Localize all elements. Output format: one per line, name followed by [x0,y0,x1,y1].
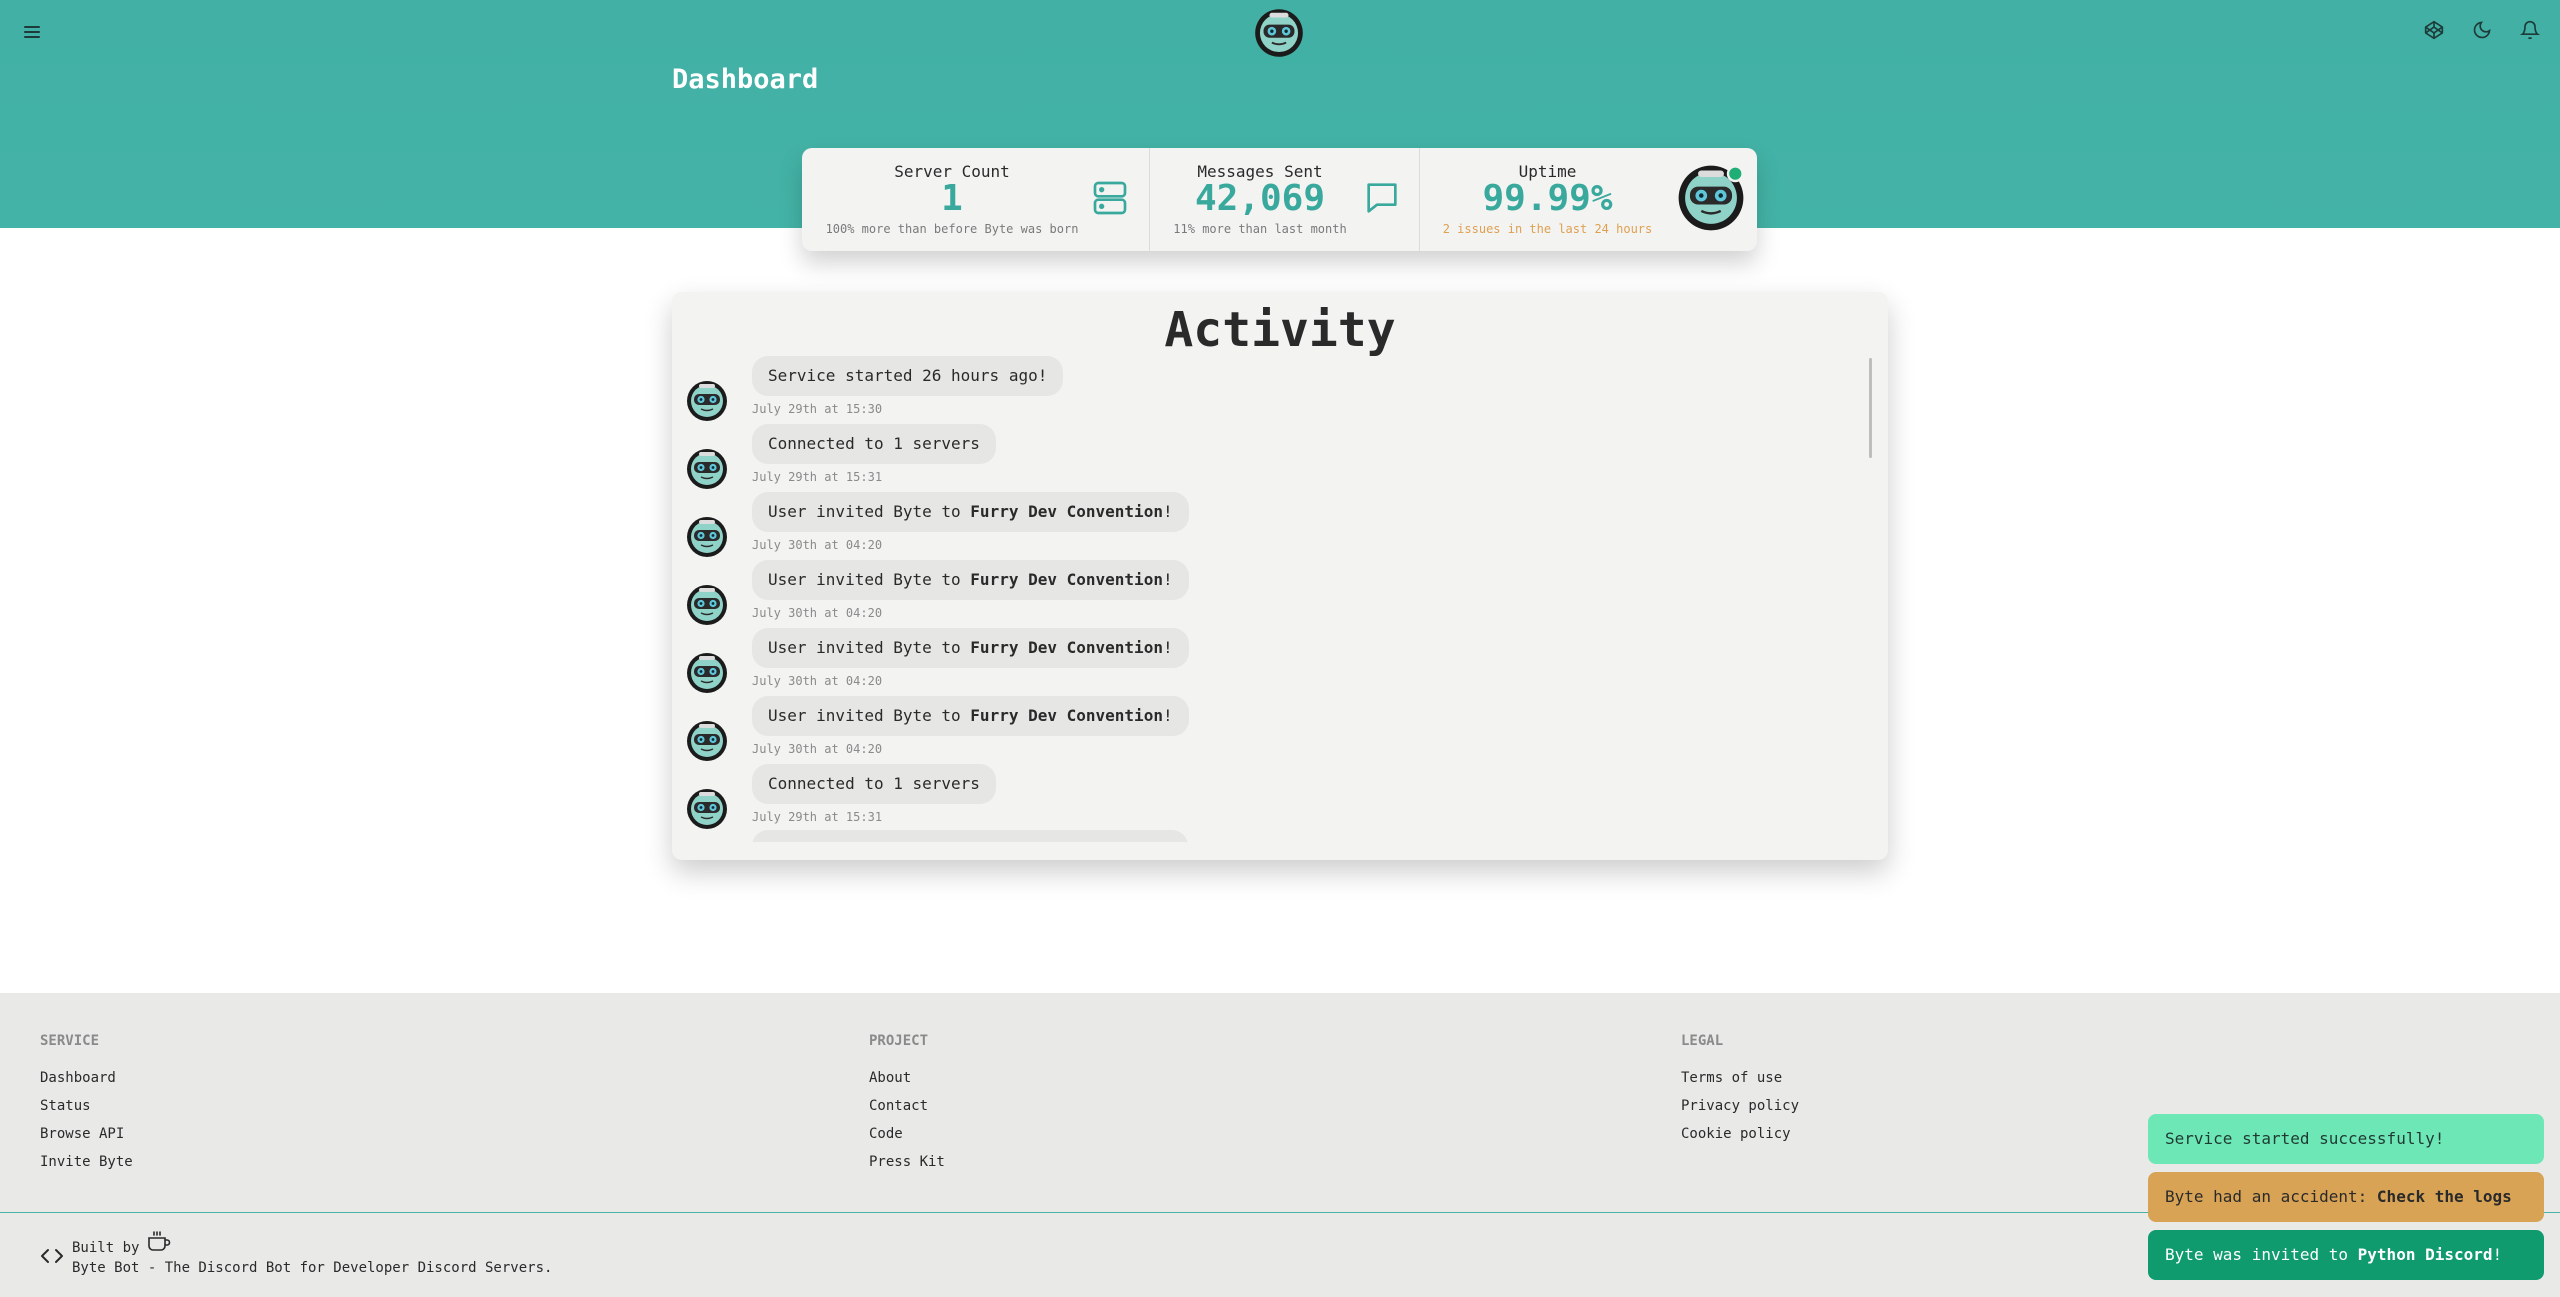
footer-heading: PROJECT [869,1033,929,1049]
page-title: Dashboard [672,64,819,95]
activity-message: Connected to 1 servers [752,424,996,464]
activity-item: Service started 26 hours ago! July 29th a… [686,356,1866,424]
footer-link-press-kit[interactable]: Press Kit [869,1153,945,1181]
activity-message: User invited Byte to Furry Dev Conventio… [752,560,1189,600]
activity-message: User invited Byte to Furry Dev Conventio… [752,492,1189,532]
activity-item: User invited Byte to Furry Dev Conventio… [686,628,1866,696]
byte-bot-avatar [686,448,728,490]
activity-item: User invited Byte to Furry Dev Conventio… [686,560,1866,628]
activity-timestamp: July 30th at 04:20 [752,606,883,620]
activity-message: User invited Byte to Furry Dev Conventio… [752,628,1189,668]
activity-timestamp: July 30th at 04:20 [752,674,883,688]
footer-link-dashboard[interactable]: Dashboard [40,1069,133,1097]
footer-link-code[interactable]: Code [869,1125,945,1153]
codepen-cube-icon[interactable] [2422,18,2446,42]
footer-tagline: Byte Bot - The Discord Bot for Developer… [72,1260,553,1276]
message-text: Byte had an accident: [2165,1187,2377,1206]
activity-message: User invited Byte to Furry Dev Conventio… [752,696,1189,736]
server-icon [1093,181,1127,215]
byte-bot-avatar [686,380,728,422]
activity-timestamp: July 29th at 15:30 [752,402,883,416]
activity-item: Connected to 1 servers July 29th at 15:31 [686,764,1866,832]
stat-messages-sent: Messages Sent 42,069 11% more than last … [1150,148,1420,251]
byte-bot-avatar [686,652,728,694]
message-suffix: ! [1162,706,1173,725]
footer-link-privacy[interactable]: Privacy policy [1681,1097,1799,1125]
activity-card: Activity Service started 26 hours ago! Ju… [672,292,1888,860]
byte-bot-avatar [686,788,728,830]
footer-link-contact[interactable]: Contact [869,1097,945,1125]
message-suffix: ! [2492,1245,2503,1264]
message-highlight: Furry Dev Convention [970,502,1163,521]
moon-icon[interactable] [2470,18,2494,42]
built-by-label: Built by [72,1240,140,1256]
feed-scrollbar[interactable] [1869,358,1872,458]
message-highlight: Furry Dev Convention [970,706,1163,725]
activity-message: Connected to 1 servers [752,764,996,804]
stat-server-count: Server Count 1 100% more than before Byt… [802,148,1150,251]
message-text: Byte was invited to [2165,1245,2358,1264]
coffee-cup-icon [148,1231,171,1251]
activity-message-peek [752,830,1188,842]
footer-link-browse-api[interactable]: Browse API [40,1125,133,1153]
activity-message: Service started 26 hours ago! [752,356,1064,396]
footer-link-about[interactable]: About [869,1069,945,1097]
message-text: Service started 26 hours ago! [768,366,1048,385]
chat-bubble-icon [1367,183,1397,213]
hamburger-menu-icon[interactable] [20,20,44,44]
code-brackets-icon [41,1249,63,1263]
bell-icon[interactable] [2518,18,2542,42]
stat-uptime: Uptime 99.99% 2 issues in the last 24 ho… [1420,148,1757,251]
activity-title: Activity [1164,302,1396,358]
message-text: User invited Byte to [768,502,971,521]
footer-section-project: PROJECT About Contact Code Press Kit [869,1033,945,1181]
stat-desc: 100% more than before Byte was born [825,222,1079,236]
footer-link-invite-byte[interactable]: Invite Byte [40,1153,133,1181]
toast-invite[interactable]: Byte was invited to Python Discord! [2148,1230,2544,1280]
byte-bot-logo[interactable] [1254,8,1304,58]
message-text: Service started successfully! [2165,1129,2445,1148]
footer-heading: LEGAL [1681,1033,1724,1049]
message-suffix: ! [1162,638,1173,657]
activity-timestamp: July 29th at 15:31 [752,810,883,824]
byte-bot-avatar [686,516,728,558]
message-text: Connected to 1 servers [768,434,980,453]
footer-section-service: SERVICE Dashboard Status Browse API Invi… [40,1033,133,1181]
activity-item: User invited Byte to Furry Dev Conventio… [686,696,1866,764]
footer-link-terms[interactable]: Terms of use [1681,1069,1799,1097]
activity-timestamp: July 29th at 15:31 [752,470,883,484]
toast-warning[interactable]: Byte had an accident: Check the logs [2148,1172,2544,1222]
stat-desc: 11% more than last month [1173,222,1347,236]
message-highlight: Furry Dev Convention [970,570,1163,589]
footer-section-legal: LEGAL Terms of use Privacy policy Cookie… [1681,1033,1799,1153]
footer-link-cookie[interactable]: Cookie policy [1681,1125,1799,1153]
stat-desc: 2 issues in the last 24 hours [1442,222,1653,236]
message-text: User invited Byte to [768,570,971,589]
stat-value: 99.99% [1482,178,1613,219]
message-highlight: Furry Dev Convention [970,638,1163,657]
message-highlight: Check the logs [2376,1187,2512,1206]
message-text: User invited Byte to [768,638,971,657]
byte-bot-avatar [686,584,728,626]
stat-value: 1 [941,178,963,219]
message-suffix: ! [1162,570,1173,589]
byte-bot-avatar-online [1677,164,1745,232]
stat-value: 42,069 [1194,178,1326,219]
message-highlight: Python Discord [2357,1245,2493,1264]
message-text: Connected to 1 servers [768,774,980,793]
activity-timestamp: July 30th at 04:20 [752,742,883,756]
footer-heading: SERVICE [40,1033,100,1049]
activity-item: User invited Byte to Furry Dev Conventio… [686,492,1866,560]
byte-bot-avatar [686,720,728,762]
stats-panel: Server Count 1 100% more than before Byt… [802,148,1757,251]
footer-link-status[interactable]: Status [40,1097,133,1125]
activity-timestamp: July 30th at 04:20 [752,538,883,552]
toast-success[interactable]: Service started successfully! [2148,1114,2544,1164]
message-text: User invited Byte to [768,706,971,725]
activity-feed[interactable]: Service started 26 hours ago! July 29th a… [672,354,1872,842]
activity-item: Connected to 1 servers July 29th at 15:31 [686,424,1866,492]
message-suffix: ! [1162,502,1173,521]
